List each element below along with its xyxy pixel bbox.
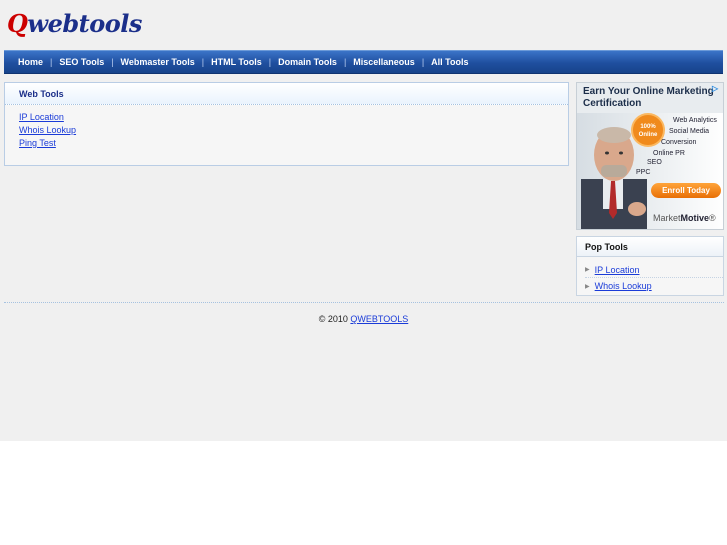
ad-keyword: Conversion: [661, 139, 697, 146]
nav-seo-tools[interactable]: SEO Tools: [59, 57, 104, 67]
ad-enroll-button[interactable]: Enroll Today: [651, 183, 721, 198]
ad-brand-part: Market: [653, 213, 681, 223]
nav-home[interactable]: Home: [18, 57, 43, 67]
list-item: Ping Test: [19, 138, 568, 151]
footer-home-link[interactable]: QWEBTOOLS: [350, 314, 408, 324]
pop-tools-list: ▶ IP Location ▶ Whois Lookup: [577, 257, 723, 294]
ad-keyword: SEO: [647, 159, 662, 166]
logo-text: webtools: [27, 9, 142, 38]
ad-online-badge: 100% Online: [631, 113, 665, 147]
pop-tools-header: Pop Tools: [577, 237, 723, 257]
ad-keyword: Online PR: [653, 150, 685, 157]
footer-divider: [4, 302, 724, 303]
pop-tools-panel: Pop Tools ▶ IP Location ▶ Whois Lookup: [576, 236, 724, 296]
bullet-arrow-icon: ▶: [585, 267, 590, 273]
nav-separator: |: [201, 57, 205, 67]
nav-separator: |: [50, 57, 53, 67]
nav-separator: |: [111, 57, 114, 67]
list-item: Whois Lookup: [19, 125, 568, 138]
pop-tools-title: Pop Tools: [585, 242, 628, 252]
list-item: IP Location: [19, 112, 568, 125]
advertisement-banner[interactable]: Earn Your Online Marketing Certification…: [576, 82, 724, 230]
tool-link-ping-test[interactable]: Ping Test: [19, 138, 56, 148]
nav-all-tools[interactable]: All Tools: [431, 57, 468, 67]
ad-brand-mark: ®: [709, 213, 716, 223]
ad-brand-logo: MarketMotive®: [653, 213, 716, 223]
nav-miscellaneous[interactable]: Miscellaneous: [353, 57, 415, 67]
ad-headline: Earn Your Online Marketing Certification: [583, 86, 714, 109]
ad-brand-part: Motive: [680, 213, 710, 223]
ad-keyword: PPC: [636, 169, 651, 176]
main-nav: Home | SEO Tools | Webmaster Tools | HTM…: [4, 50, 723, 74]
pop-link-ip-location[interactable]: IP Location: [595, 265, 640, 275]
nav-webmaster-tools[interactable]: Webmaster Tools: [121, 57, 195, 67]
site-logo[interactable]: Qwebtools: [7, 9, 142, 38]
nav-separator: |: [421, 57, 425, 67]
pop-link-whois-lookup[interactable]: Whois Lookup: [595, 281, 652, 291]
list-item: ▶ Whois Lookup: [585, 278, 723, 294]
bullet-arrow-icon: ▶: [585, 283, 590, 290]
logo-letter-q: Q: [7, 9, 28, 38]
nav-domain-tools[interactable]: Domain Tools: [278, 57, 337, 67]
ad-keyword: Social Media: [669, 128, 710, 135]
web-tools-title: Web Tools: [19, 89, 64, 99]
tool-link-whois-lookup[interactable]: Whois Lookup: [19, 125, 76, 135]
tool-link-ip-location[interactable]: IP Location: [19, 112, 64, 122]
web-tools-list: IP Location Whois Lookup Ping Test: [5, 105, 568, 151]
nav-separator: |: [268, 57, 272, 67]
adchoices-icon[interactable]: ▷: [712, 84, 721, 93]
nav-separator: |: [343, 57, 347, 67]
web-tools-panel: Web Tools IP Location Whois Lookup Ping …: [4, 82, 569, 166]
footer-copyright: © 2010: [318, 314, 348, 324]
footer: © 2010 QWEBTOOLS: [0, 314, 727, 324]
list-item: ▶ IP Location: [585, 262, 723, 278]
web-tools-header: Web Tools: [5, 83, 568, 105]
nav-html-tools[interactable]: HTML Tools: [211, 57, 262, 67]
ad-keyword: Web Analytics: [673, 117, 717, 124]
